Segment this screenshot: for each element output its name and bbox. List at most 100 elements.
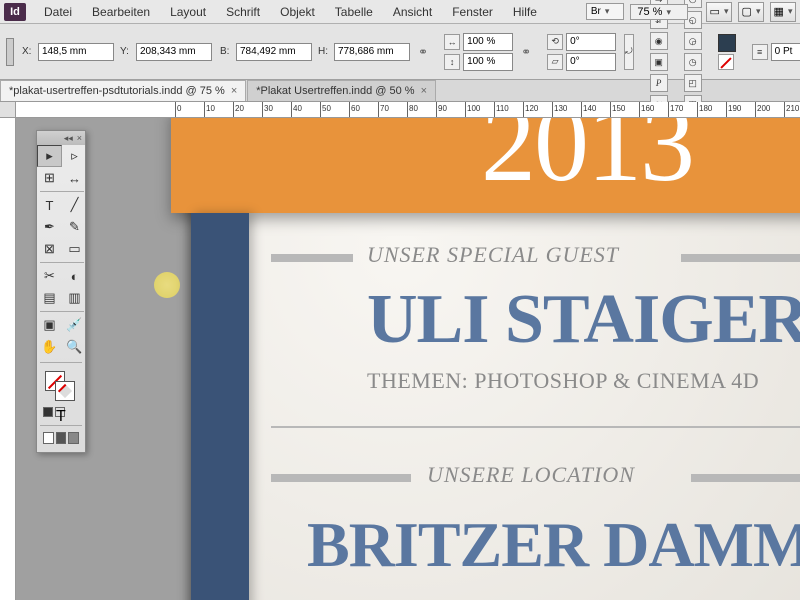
menu-layout[interactable]: Layout [160,2,216,22]
menu-schrift[interactable]: Schrift [216,2,270,22]
x-input[interactable] [38,43,114,61]
section-rule [691,474,800,482]
close-icon[interactable]: × [77,133,82,143]
corner-3-icon[interactable]: ◶ [684,32,702,50]
corner-4-icon[interactable]: ◷ [684,53,702,71]
bridge-button[interactable]: Br [586,3,625,20]
constrain-wh-icon[interactable]: ⚭ [418,34,428,70]
zoom-select[interactable]: 75 % [630,4,688,20]
control-bar: X: Y: B: H: ⚭ ↔ ↕ ⚭ ⟲ ▱ ⤾ ⇋ ⇵ ◉ ▣ P ≋ ◴ … [0,24,800,80]
note-tool[interactable]: ▣ [37,314,62,336]
topics-text: THEMEN: PHOTOSHOP & CINEMA 4D [367,368,759,394]
blue-sidebar [191,213,249,600]
menu-bearbeiten[interactable]: Bearbeiten [82,2,160,22]
h-input[interactable] [334,43,410,61]
gradient-swatch-tool[interactable]: ▤ [37,287,62,309]
menu-bar: Id Datei Bearbeiten Layout Schrift Objek… [0,0,800,24]
guest-name: ULI STAIGER [367,280,800,360]
menu-datei[interactable]: Datei [34,2,82,22]
document-tab-2-title: *Plakat Usertreffen.indd @ 50 % [256,85,414,97]
rectangle-frame-tool[interactable]: ⊠ [37,238,62,260]
rectangle-tool[interactable]: ▭ [62,238,87,260]
collapse-icon[interactable]: ◂◂ [64,133,73,144]
preview-mode-icon[interactable] [56,432,67,444]
free-transform-tool[interactable]: ◐ [62,265,87,287]
direct-selection-tool[interactable]: ▹ [62,145,87,167]
document-tab-1-title: *plakat-usertreffen-psdtutorials.indd @ … [9,85,225,97]
document-tab-bar: *plakat-usertreffen-psdtutorials.indd @ … [0,80,800,102]
fill-swatch[interactable] [718,34,736,52]
stroke-weight-input[interactable] [771,43,800,61]
corner-5-icon[interactable]: ◰ [684,74,702,92]
screen-mode-icon[interactable]: ▢ [738,2,764,22]
arrange-docs-icon[interactable]: ▦ [770,2,796,22]
menu-hilfe[interactable]: Hilfe [503,2,547,22]
page[interactable]: 2013 UNSER SPECIAL GUEST ULI STAIGER THE… [191,118,800,600]
stroke-color-swatch[interactable] [55,381,75,401]
document-tab-2[interactable]: *Plakat Usertreffen.indd @ 50 % × [247,80,436,101]
bleed-mode-icon[interactable] [68,432,79,444]
y-label: Y: [120,46,134,57]
canvas[interactable]: 2013 UNSER SPECIAL GUEST ULI STAIGER THE… [16,118,800,600]
formatting-container-icon[interactable]: T [55,407,65,417]
section-rule [271,254,353,262]
zoom-tool[interactable]: 🔍 [62,336,87,358]
pen-tool[interactable]: ✒ [37,216,62,238]
paragraph-style-icon[interactable]: P [650,74,668,92]
stroke-none-swatch[interactable] [718,54,734,70]
hand-tool[interactable]: ✋ [37,336,62,358]
year-text: 2013 [481,118,693,207]
location-text: BRITZER DAMM 51 [307,508,800,582]
section-rule [681,254,800,262]
close-icon[interactable]: × [231,85,237,97]
fill-stroke-swatches[interactable] [37,367,85,407]
pencil-tool[interactable]: ✎ [62,216,87,238]
menu-objekt[interactable]: Objekt [270,2,325,22]
document-tab-1[interactable]: *plakat-usertreffen-psdtutorials.indd @ … [0,80,246,101]
selection-tool[interactable]: ▸ [37,145,62,167]
stroke-weight-icon: ≡ [752,44,768,60]
close-icon[interactable]: × [421,85,427,97]
section2-label: UNSERE LOCATION [427,462,635,488]
ruler-origin[interactable] [0,102,16,118]
view-options-icon[interactable]: ▭ [706,2,732,22]
scissors-tool[interactable]: ✂ [37,265,62,287]
eyedropper-tool[interactable]: 💉 [62,314,87,336]
gradient-feather-tool[interactable]: ▥ [62,287,87,309]
shear-input[interactable] [566,53,616,71]
scale-y-icon: ↕ [444,54,460,70]
reference-point-grid[interactable] [6,38,14,66]
page-tool[interactable]: ⊞ [37,167,62,189]
section-rule [271,474,411,482]
normal-mode-icon[interactable] [43,432,54,444]
type-tool[interactable]: T [37,194,62,216]
section1-label: UNSER SPECIAL GUEST [367,242,619,268]
apply-color-swatch[interactable] [43,407,53,417]
select-container-icon[interactable]: ◉ [650,32,668,50]
scale-y-input[interactable] [463,53,513,71]
h-label: H: [318,46,332,57]
gap-tool[interactable]: ↔ [62,167,87,189]
menu-ansicht[interactable]: Ansicht [383,2,442,22]
scale-x-icon: ↔ [444,34,460,50]
rotate-input[interactable] [566,33,616,51]
scale-x-input[interactable] [463,33,513,51]
y-input[interactable] [136,43,212,61]
tools-panel-header[interactable]: ◂◂ × [37,131,85,145]
line-tool[interactable]: ╱ [62,194,87,216]
rotate-icon: ⟲ [547,34,563,50]
tools-panel: ◂◂× ▸ ▹ ⊞ ↔ T ╱ ✒ ✎ ⊠ ▭ ✂ ◐ ▤ ▥ ▣ 💉 ✋ 🔍 … [36,130,86,453]
divider-line [271,426,800,428]
rotate-buttons-icon[interactable]: ⤾ [624,34,634,70]
x-label: X: [22,46,36,57]
w-label: B: [220,46,234,57]
select-content-icon[interactable]: ▣ [650,53,668,71]
constrain-scale-icon[interactable]: ⚭ [521,34,531,70]
menu-fenster[interactable]: Fenster [442,2,503,22]
menu-tabelle[interactable]: Tabelle [325,2,383,22]
ruler-vertical[interactable] [0,118,16,600]
app-icon: Id [4,3,26,21]
cursor-highlight [154,272,180,298]
w-input[interactable] [236,43,312,61]
ruler-horizontal[interactable]: 0102030405060708090100110120130140150160… [16,102,800,118]
